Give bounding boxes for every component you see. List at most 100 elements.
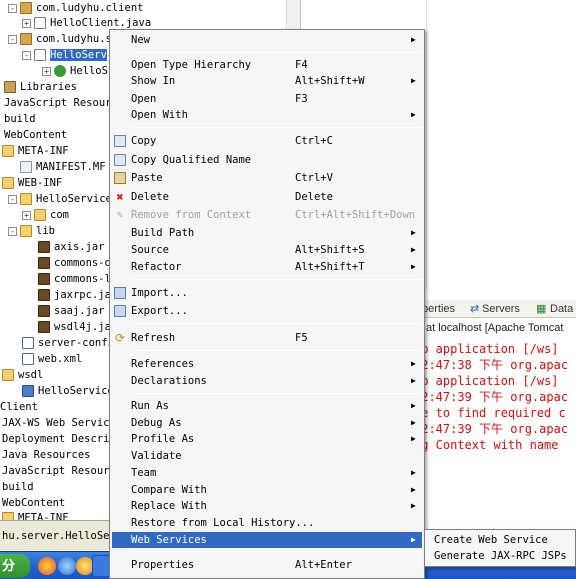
package-icon xyxy=(20,2,32,14)
menu-item-shortcut: F3 xyxy=(295,93,308,105)
expand-toggle-icon[interactable]: + xyxy=(22,18,31,28)
tree-item-helloservice-folder[interactable]: - HelloService xyxy=(8,191,112,207)
divider xyxy=(426,0,427,290)
tree-item-webcontent-2[interactable]: WebContent xyxy=(2,495,65,511)
console-line: 12:47:39 下午 org.apac xyxy=(414,422,569,436)
menu-item-validate[interactable]: Validate xyxy=(112,448,422,464)
tree-item-package-client[interactable]: - com.ludyhu.client xyxy=(8,0,143,16)
menu-item-open-type-hierarchy[interactable]: Open Type Hierarchy F4 xyxy=(112,57,422,73)
tree-item-java-resources[interactable]: Java Resources xyxy=(2,447,91,463)
collapse-toggle-icon[interactable]: - xyxy=(22,50,31,60)
menu-item-label: Validate xyxy=(131,450,182,462)
menu-item-restore-local-history[interactable]: Restore from Local History... xyxy=(112,515,422,531)
tree-item-label: wsdl xyxy=(18,369,44,381)
menu-item-label: Remove from Context xyxy=(131,209,252,221)
status-bar-text: hu.server.HelloServ xyxy=(0,520,110,550)
tree-item-package-server[interactable]: - com.ludyhu.s xyxy=(8,31,112,47)
browser-icon[interactable] xyxy=(38,557,56,575)
menu-item-declarations[interactable]: Declarations ▶ xyxy=(112,373,422,389)
tree-item-axis-jar[interactable]: axis.jar xyxy=(38,239,105,255)
menu-item-label: Declarations xyxy=(131,375,207,387)
menu-item-copy-qualified-name[interactable]: Copy Qualified Name xyxy=(112,152,422,168)
menu-item-label: Replace With xyxy=(131,500,207,512)
tab-properties[interactable]: perties xyxy=(422,300,455,318)
tab-data[interactable]: Data xyxy=(550,300,573,318)
menu-item-web-services[interactable]: Web Services ▶ xyxy=(112,532,422,548)
tree-item-commons-l[interactable]: commons-l xyxy=(38,271,111,287)
tree-item-hello-service-java[interactable]: - HelloServ xyxy=(22,47,107,63)
tree-item-wsdl[interactable]: wsdl xyxy=(2,367,43,383)
submenu-item-generate-jax-rpc-jsps[interactable]: Generate JAX-RPC JSPs xyxy=(434,548,567,564)
menu-item-properties[interactable]: Properties Alt+Enter xyxy=(112,557,422,573)
tree-item-js-resources-2[interactable]: JavaScript Resource xyxy=(2,463,122,479)
submenu-item-create-web-service[interactable]: Create Web Service xyxy=(434,532,548,548)
collapse-toggle-icon[interactable]: - xyxy=(8,34,17,44)
tree-item-build[interactable]: build xyxy=(4,111,36,127)
menu-item-label: Delete xyxy=(131,191,169,203)
submenu-arrow-icon: ▶ xyxy=(411,418,416,427)
menu-item-source[interactable]: Source Alt+Shift+S ▶ xyxy=(112,242,422,258)
menu-item-references[interactable]: References ▶ xyxy=(112,356,422,372)
menu-item-team[interactable]: Team ▶ xyxy=(112,465,422,481)
tree-item-web-inf[interactable]: WEB-INF xyxy=(2,175,62,191)
tree-item-com[interactable]: + com xyxy=(22,207,69,223)
tree-item-label: JAX-WS Web Services xyxy=(2,417,123,429)
ie-icon[interactable] xyxy=(58,557,76,575)
context-menu: New ▶ Open Type Hierarchy F4 Show In Alt+Sh… xyxy=(109,29,425,579)
menu-item-export[interactable]: Export... xyxy=(112,303,422,319)
tab-servers[interactable]: Servers xyxy=(482,300,520,318)
menu-item-paste[interactable]: Paste Ctrl+V xyxy=(112,170,422,186)
expand-toggle-icon[interactable]: + xyxy=(42,66,51,76)
tree-item-hello-service-class[interactable]: + HelloS xyxy=(42,63,108,79)
tree-item-meta-inf[interactable]: META-INF xyxy=(2,143,69,159)
tree-item-helloservice-wsdl[interactable]: HelloService xyxy=(22,383,114,399)
menu-item-refresh[interactable]: ⟳ Refresh F5 xyxy=(112,330,422,346)
tree-item-label: META-INF xyxy=(18,512,69,520)
menu-item-run-as[interactable]: Run As ▶ xyxy=(112,398,422,414)
menu-item-open-with[interactable]: Open With ▶ xyxy=(112,107,422,123)
menu-item-debug-as[interactable]: Debug As ▶ xyxy=(112,415,422,431)
menu-item-import[interactable]: Import... xyxy=(112,285,422,301)
tree-item-manifest[interactable]: MANIFEST.MF xyxy=(20,159,106,175)
tree-item-webcontent[interactable]: WebContent xyxy=(4,127,67,143)
tree-item-commons-d[interactable]: commons-d xyxy=(38,255,111,271)
menu-item-copy[interactable]: Copy Ctrl+C xyxy=(112,133,422,149)
collapse-toggle-icon[interactable]: - xyxy=(8,226,17,236)
tree-item-web-xml[interactable]: web.xml xyxy=(22,351,82,367)
console-line: le to find required c xyxy=(414,406,566,420)
tree-item-build-2[interactable]: build xyxy=(2,479,34,495)
menu-item-show-in[interactable]: Show In Alt+Shift+W ▶ xyxy=(112,73,422,89)
menu-item-delete[interactable]: ✖ Delete Delete xyxy=(112,189,422,205)
menu-item-label: Source xyxy=(131,244,169,256)
tree-item-meta-inf-2[interactable]: META-INF xyxy=(2,511,69,520)
tree-item-js-resources[interactable]: JavaScript Resource xyxy=(4,95,124,111)
expand-toggle-icon[interactable]: + xyxy=(22,210,31,220)
tree-item-saaj[interactable]: saaj.jar xyxy=(38,303,105,319)
tree-item-jaxws[interactable]: JAX-WS Web Services xyxy=(2,415,122,431)
menu-item-open[interactable]: Open F3 xyxy=(112,91,422,107)
menu-item-compare-with[interactable]: Compare With ▶ xyxy=(112,482,422,498)
export-icon xyxy=(114,305,126,317)
submenu-arrow-icon: ▶ xyxy=(411,76,416,85)
tree-item-libraries[interactable]: Libraries xyxy=(4,79,77,95)
jar-icon xyxy=(38,289,50,301)
collapse-toggle-icon[interactable]: - xyxy=(8,3,17,13)
menu-item-build-path[interactable]: Build Path ▶ xyxy=(112,225,422,241)
menu-item-profile-as[interactable]: Profile As ▶ xyxy=(112,431,422,447)
tree-item-deployment[interactable]: Deployment Descript xyxy=(2,431,122,447)
data-icon: ▦ xyxy=(536,303,547,315)
menu-item-replace-with[interactable]: Replace With ▶ xyxy=(112,498,422,514)
start-button[interactable]: 分 xyxy=(0,554,30,578)
collapse-toggle-icon[interactable]: - xyxy=(8,194,17,204)
tree-item-lib[interactable]: - lib xyxy=(8,223,55,239)
menu-item-new[interactable]: New ▶ xyxy=(112,32,422,48)
menu-item-shortcut: Alt+Shift+S xyxy=(295,244,365,256)
tree-item-jaxrpc[interactable]: jaxrpc.ja xyxy=(38,287,111,303)
delete-icon: ✖ xyxy=(116,190,124,204)
submenu-arrow-icon: ▶ xyxy=(411,434,416,443)
menu-item-shortcut: Alt+Enter xyxy=(295,559,352,571)
tree-item-wsdl4j[interactable]: wsdl4j.ja xyxy=(38,319,111,335)
tree-item-client-project[interactable]: Client xyxy=(0,399,38,415)
menu-item-refactor[interactable]: Refactor Alt+Shift+T ▶ xyxy=(112,259,422,275)
tree-item-server-config[interactable]: server-confi xyxy=(22,335,114,351)
